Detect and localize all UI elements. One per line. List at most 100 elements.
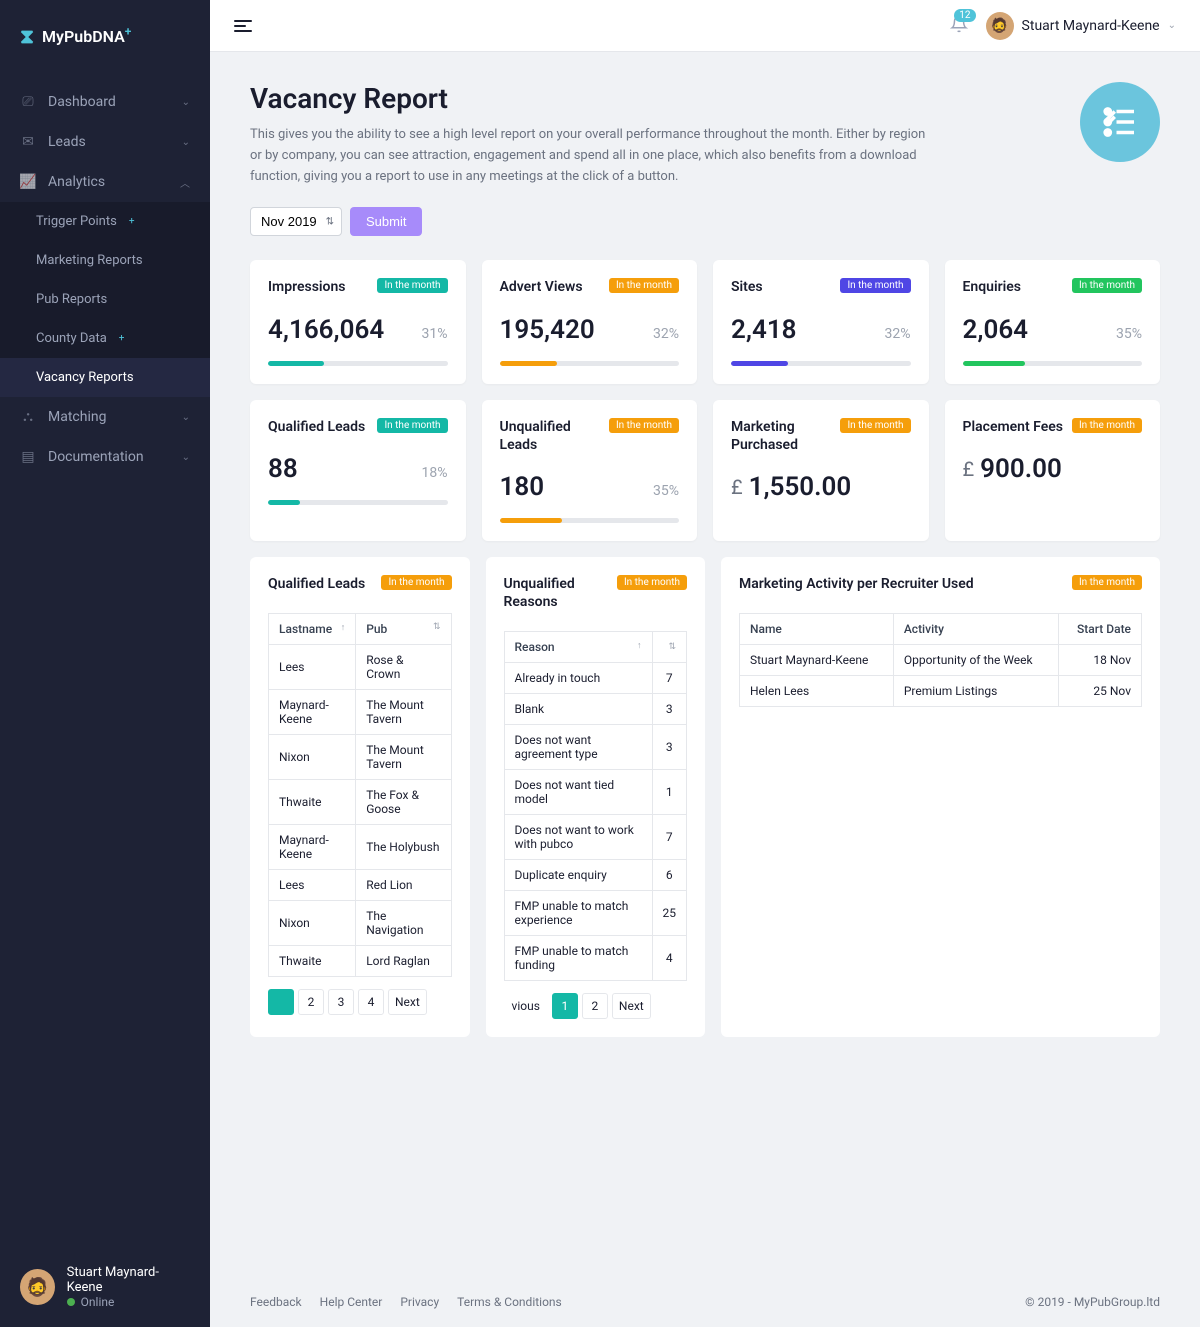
table-row[interactable]: ThwaiteThe Fox & Goose [269, 780, 452, 825]
table-row[interactable]: NixonThe Navigation [269, 901, 452, 946]
footer: Feedback Help Center Privacy Terms & Con… [210, 1277, 1200, 1327]
footer-privacy[interactable]: Privacy [400, 1295, 439, 1309]
badge: In the month [609, 278, 679, 293]
table-row[interactable]: LeesRed Lion [269, 870, 452, 901]
sidebar-item-documentation[interactable]: ▤ Documentation ⌄ [0, 437, 210, 477]
page-3[interactable]: 3 [328, 989, 354, 1015]
col-pub[interactable]: Pub⇅ [356, 614, 451, 645]
pagination: 2 3 4 Next [268, 989, 452, 1015]
progress-bar [268, 361, 324, 366]
analytics-submenu: Trigger Points+ Marketing Reports Pub Re… [0, 202, 210, 397]
hourglass-icon: ⧗ [20, 24, 34, 48]
sitemap-icon: ⛬ [20, 409, 36, 425]
page-next[interactable]: Next [612, 993, 651, 1019]
footer-feedback[interactable]: Feedback [250, 1295, 302, 1309]
sidebar-item-leads[interactable]: ✉ Leads ⌄ [0, 122, 210, 162]
unqualified-reasons-table: Reason↑ ⇅ Already in touch7Blank3Does no… [504, 631, 688, 981]
metric-value: 4,166,064 [268, 315, 384, 345]
plus-badge: + [125, 24, 132, 38]
metric-card: Advert Views In the month 195,420 32% [482, 260, 698, 383]
table-row[interactable]: Does not want to work with pubco7 [504, 815, 687, 860]
metric-value: 900.00 [980, 454, 1062, 484]
user-dropdown[interactable]: 🧔 Stuart Maynard-Keene ⌄ [986, 12, 1176, 40]
badge: In the month [377, 278, 447, 293]
progress-bar [731, 361, 788, 366]
col-activity[interactable]: Activity [893, 614, 1058, 645]
sort-icon: ⇅ [433, 622, 441, 632]
unqualified-reasons-card: Unqualified Reasons In the month Reason↑… [486, 557, 706, 1037]
qualified-leads-table: Lastname↑ Pub⇅ LeesRose & CrownMaynard-K… [268, 613, 452, 977]
month-select[interactable]: Nov 2019 [250, 207, 342, 236]
page-2[interactable]: 2 [298, 989, 324, 1015]
user-name: Stuart Maynard-Keene [67, 1265, 190, 1295]
page-next[interactable]: Next [388, 989, 427, 1015]
col-count[interactable]: ⇅ [652, 632, 687, 663]
metric-title: Qualified Leads [268, 418, 365, 436]
table-row[interactable]: NixonThe Mount Tavern [269, 735, 452, 780]
chart-icon: 📈 [20, 174, 36, 190]
metric-value: 195,420 [500, 315, 595, 345]
col-reason[interactable]: Reason↑ [504, 632, 652, 663]
table-row[interactable]: Does not want agreement type3 [504, 725, 687, 770]
table-row[interactable]: ThwaiteLord Raglan [269, 946, 452, 977]
col-start-date[interactable]: Start Date [1059, 614, 1142, 645]
metric-title: Advert Views [500, 278, 583, 296]
table-row[interactable]: Helen LeesPremium Listings25 Nov [740, 676, 1142, 707]
table-row[interactable]: Duplicate enquiry6 [504, 860, 687, 891]
submit-button[interactable]: Submit [350, 207, 422, 236]
sidebar-item-analytics[interactable]: 📈 Analytics ︿ [0, 162, 210, 202]
metric-pct: 35% [1116, 326, 1142, 342]
badge: In the month [840, 278, 910, 293]
metric-title: Placement Fees [963, 418, 1064, 436]
metric-title: Unqualified Leads [500, 418, 609, 454]
notification-count: 12 [954, 9, 975, 22]
sidebar-item-marketing-reports[interactable]: Marketing Reports [0, 241, 210, 280]
sidebar-item-vacancy-reports[interactable]: Vacancy Reports [0, 358, 210, 397]
footer-terms[interactable]: Terms & Conditions [457, 1295, 562, 1309]
sort-icon: ⇅ [668, 642, 676, 652]
metric-card: Qualified Leads In the month 8818% [250, 400, 466, 541]
sidebar-item-county-data[interactable]: County Data+ [0, 319, 210, 358]
sidebar-item-pub-reports[interactable]: Pub Reports [0, 280, 210, 319]
page-prev[interactable]: vious [504, 993, 548, 1019]
progress-bar [268, 500, 300, 505]
sidebar-item-dashboard[interactable]: ⎚ Dashboard ⌄ [0, 82, 210, 122]
page-title: Vacancy Report [250, 82, 1050, 115]
col-name[interactable]: Name [740, 614, 894, 645]
page-2[interactable]: 2 [582, 993, 608, 1019]
page-4[interactable]: 4 [358, 989, 384, 1015]
chevron-down-icon: ⌄ [182, 412, 190, 423]
table-row[interactable]: Stuart Maynard-KeeneOpportunity of the W… [740, 645, 1142, 676]
metric-card: Impressions In the month 4,166,06431% [250, 260, 466, 383]
nav: ⎚ Dashboard ⌄ ✉ Leads ⌄ 📈 Analytics ︿ Tr… [0, 72, 210, 1247]
sort-icon: ↑ [341, 622, 346, 633]
table-row[interactable]: Maynard-KeeneThe Mount Tavern [269, 690, 452, 735]
col-lastname[interactable]: Lastname↑ [269, 614, 356, 645]
sidebar-item-trigger-points[interactable]: Trigger Points+ [0, 202, 210, 241]
metric-title: Sites [731, 278, 763, 296]
metric-pct: 32% [653, 326, 679, 342]
menu-toggle-button[interactable] [234, 20, 252, 32]
status-dot-icon [67, 1298, 75, 1306]
table-row[interactable]: Does not want tied model1 [504, 770, 687, 815]
metric-title: Marketing Purchased [731, 418, 840, 454]
footer-help-center[interactable]: Help Center [320, 1295, 383, 1309]
logo[interactable]: ⧗ MyPubDNA+ [0, 0, 210, 72]
table-row[interactable]: Blank3 [504, 694, 687, 725]
sidebar-item-matching[interactable]: ⛬ Matching ⌄ [0, 397, 210, 437]
badge: In the month [840, 418, 910, 433]
table-row[interactable]: Already in touch7 [504, 663, 687, 694]
sidebar-user[interactable]: 🧔 Stuart Maynard-Keene Online [0, 1247, 210, 1327]
notifications-button[interactable]: 12 [950, 15, 968, 37]
badge: In the month [1072, 278, 1142, 293]
metric-title: Enquiries [963, 278, 1021, 296]
metric-card: Enquiries In the month 2,06435% [945, 260, 1161, 383]
table-row[interactable]: FMP unable to match experience25 [504, 891, 687, 936]
progress-bar [500, 518, 563, 523]
table-row[interactable]: FMP unable to match funding4 [504, 936, 687, 981]
table-row[interactable]: Maynard-KeeneThe Holybush [269, 825, 452, 870]
metric-card: Placement Fees In the month £900.00 [945, 400, 1161, 541]
chevron-down-icon: ⌄ [1168, 20, 1176, 31]
badge: In the month [381, 575, 451, 590]
table-row[interactable]: LeesRose & Crown [269, 645, 452, 690]
